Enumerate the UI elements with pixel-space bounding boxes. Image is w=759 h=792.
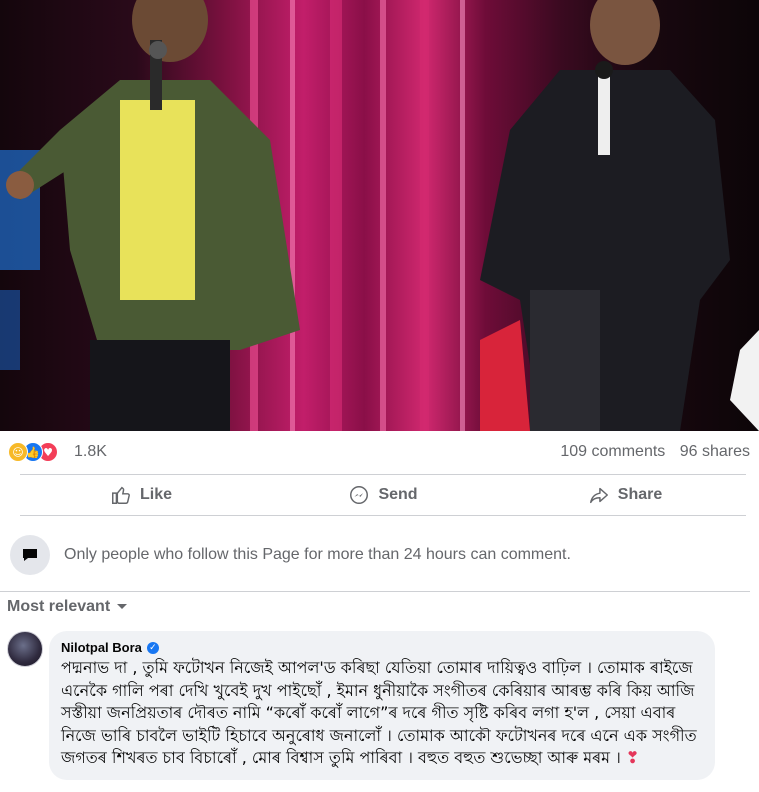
share-label: Share bbox=[617, 486, 663, 503]
comment-restriction-notice: Only people who follow this Page for mor… bbox=[10, 533, 750, 577]
post-photo[interactable] bbox=[0, 0, 759, 431]
like-label: Like bbox=[139, 486, 172, 503]
comment-author[interactable]: Nilotpal Bora ✓ bbox=[61, 640, 703, 655]
comment-bubble: Nilotpal Bora ✓ পদ্মনাভ দা , তুমি ফটোখন … bbox=[49, 631, 715, 780]
sort-label: Most relevant bbox=[7, 598, 111, 615]
divider bbox=[0, 591, 750, 592]
send-button[interactable]: Send bbox=[262, 475, 504, 515]
avatar[interactable] bbox=[7, 631, 43, 667]
messenger-icon bbox=[350, 486, 369, 504]
author-name[interactable]: Nilotpal Bora bbox=[61, 640, 142, 655]
comments-count[interactable]: 109 comments bbox=[560, 443, 665, 460]
right-performer bbox=[480, 0, 759, 431]
engagement-stats: 109 comments 96 shares bbox=[550, 443, 750, 461]
chevron-down-icon bbox=[117, 604, 128, 609]
comment-bubble-icon bbox=[10, 535, 50, 575]
like-button[interactable]: Like bbox=[20, 475, 262, 515]
comment-text: পদ্মনাভ দা , তুমি ফটোখন নিজেই আপল'ড কৰিছ… bbox=[61, 657, 703, 770]
share-arrow-icon bbox=[589, 487, 608, 504]
share-button[interactable]: Share bbox=[504, 475, 746, 515]
post-actions: Like Send Share bbox=[20, 474, 746, 516]
comment-sort-dropdown[interactable]: Most relevant bbox=[7, 598, 128, 616]
verified-badge-icon: ✓ bbox=[146, 641, 159, 654]
stage-photo-illustration bbox=[0, 0, 759, 431]
comment-body: পদ্মনাভ দা , তুমি ফটোখন নিজেই আপল'ড কৰিছ… bbox=[61, 658, 697, 767]
haha-reaction-icon: ☺ bbox=[8, 442, 28, 462]
reaction-count[interactable]: 1.8K bbox=[74, 443, 107, 461]
send-label: Send bbox=[378, 486, 418, 503]
reactions-row: ☺ 👍 ♥ 1.8K 109 comments 96 shares bbox=[0, 431, 759, 473]
comment-restriction-text: Only people who follow this Page for mor… bbox=[64, 546, 571, 563]
reaction-icons[interactable]: ☺ 👍 ♥ bbox=[8, 442, 70, 462]
heart-exclamation-emoji: ❣ bbox=[625, 748, 640, 767]
shares-count[interactable]: 96 shares bbox=[680, 443, 750, 460]
thumbs-up-icon bbox=[112, 486, 130, 504]
